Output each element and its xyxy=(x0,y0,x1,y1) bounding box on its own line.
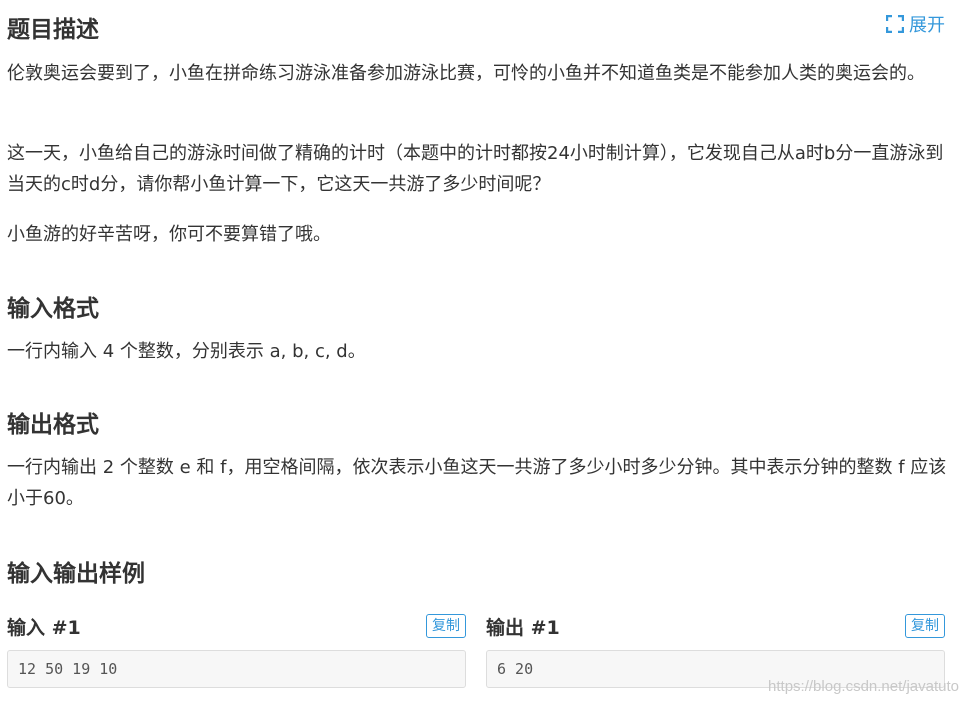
output-format-title: 输出格式 xyxy=(7,412,99,438)
sample-input-label: 输入 #1 xyxy=(7,616,81,639)
watermark: https://blog.csdn.net/javatuto xyxy=(768,678,959,695)
description-title: 题目描述 xyxy=(7,17,99,43)
sample-input-block: 输入 #1 复制 12 50 19 10 xyxy=(7,612,466,688)
samples-title: 输入输出样例 xyxy=(7,561,145,587)
sample-output-block: 输出 #1 复制 6 20 xyxy=(486,612,945,688)
input-format-text: 一行内输入 4 个整数，分别表示 a, b, c, d。 xyxy=(7,341,366,362)
output-format-text: 一行内输出 2 个整数 e 和 f，用空格间隔，依次表示小鱼这天一共游了多少小时… xyxy=(7,457,947,509)
sample-input-code[interactable]: 12 50 19 10 xyxy=(7,650,466,688)
expand-button[interactable]: 展开 xyxy=(886,11,945,37)
expand-label: 展开 xyxy=(909,15,945,36)
input-format-title: 输入格式 xyxy=(7,296,99,322)
expand-icon xyxy=(886,15,904,33)
description-paragraph-2: 这一天，小鱼给自己的游泳时间做了精确的计时（本题中的计时都按24小时制计算），它… xyxy=(7,143,944,195)
description-paragraph-3: 小鱼游的好辛苦呀，你可不要算错了哦。 xyxy=(7,224,331,245)
sample-output-label: 输出 #1 xyxy=(486,616,560,639)
problem-page: 题目描述 展开 伦敦奥运会要到了，小鱼在拼命练习游泳准备参加游泳比赛，可怜的小鱼… xyxy=(0,0,967,701)
copy-output-button[interactable]: 复制 xyxy=(905,614,945,638)
copy-input-button[interactable]: 复制 xyxy=(426,614,466,638)
description-paragraph-1: 伦敦奥运会要到了，小鱼在拼命练习游泳准备参加游泳比赛，可怜的小鱼并不知道鱼类是不… xyxy=(7,63,925,84)
